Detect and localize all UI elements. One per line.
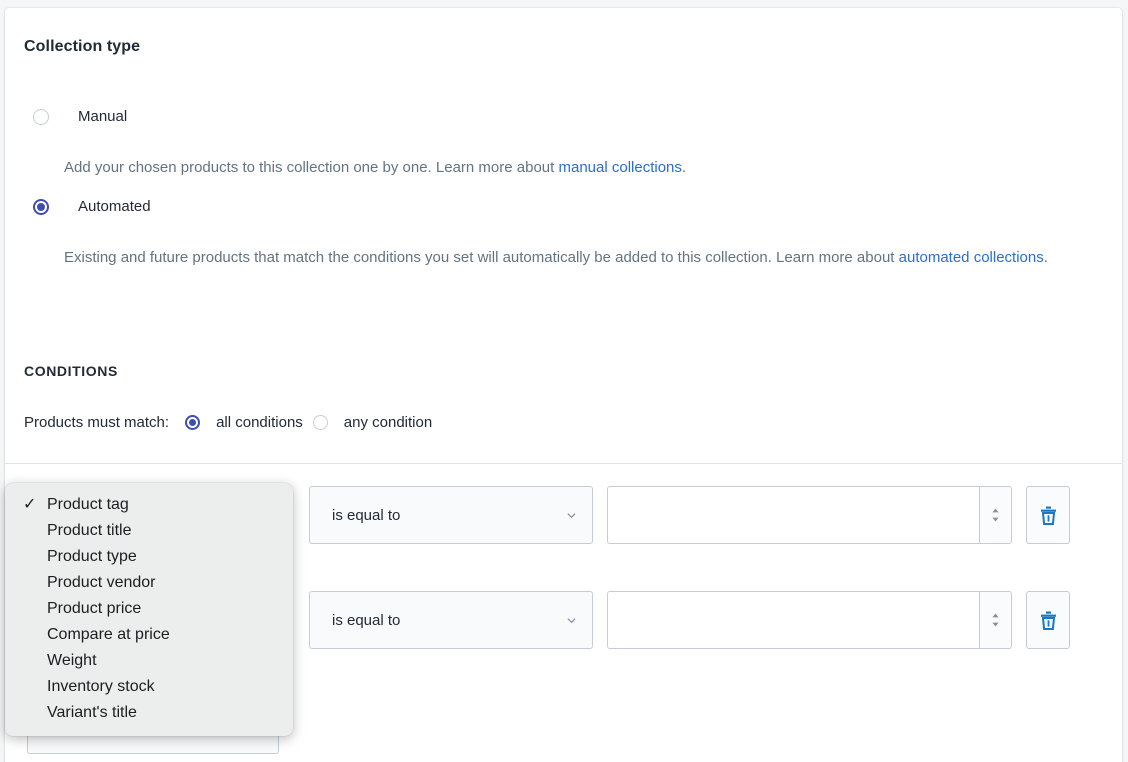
condition-value-stepper[interactable] <box>979 486 1012 544</box>
automated-help-suffix: . <box>1043 249 1048 266</box>
dropdown-item-weight[interactable]: Weight <box>5 648 293 674</box>
condition-value-stepper[interactable] <box>979 591 1012 649</box>
radio-option-all-conditions[interactable]: all conditions <box>185 414 303 431</box>
condition-operator-select[interactable]: is equal to <box>309 486 593 544</box>
condition-operator-value: is equal to <box>332 611 401 629</box>
automated-help-prefix: Existing and future products that match … <box>64 249 899 266</box>
chevron-down-icon <box>567 618 576 624</box>
section-divider <box>5 463 1122 464</box>
radio-all-conditions-indicator[interactable] <box>185 415 201 430</box>
condition-value-group <box>607 486 1012 544</box>
dropdown-item-inventory-stock[interactable]: Inventory stock <box>5 674 293 700</box>
condition-operator-select[interactable]: is equal to <box>309 591 593 649</box>
delete-condition-button[interactable] <box>1026 591 1070 649</box>
dropdown-item-label: Product tag <box>47 496 129 513</box>
field-select-dropdown-menu[interactable]: ✓ Product tag Product title Product type… <box>5 483 293 736</box>
radio-manual-indicator[interactable] <box>33 108 49 125</box>
manual-help-text: Add your chosen products to this collect… <box>64 150 1104 186</box>
radio-automated-label: Automated <box>78 198 151 215</box>
products-must-match-label: Products must match: <box>24 414 170 431</box>
automated-collections-link[interactable]: automated collections <box>899 249 1044 266</box>
radio-option-manual[interactable]: Manual <box>33 108 127 125</box>
manual-help-prefix: Add your chosen products to this collect… <box>64 159 559 176</box>
check-icon: ✓ <box>23 496 37 513</box>
dropdown-item-label: Product price <box>47 600 142 617</box>
radio-option-automated[interactable]: Automated <box>33 198 151 215</box>
radio-manual-label: Manual <box>78 108 128 125</box>
radio-any-condition-label: any condition <box>343 414 433 431</box>
dropdown-item-label: Variant's title <box>47 704 137 721</box>
dropdown-item-compare-at-price[interactable]: Compare at price <box>5 622 293 648</box>
trash-icon <box>1040 506 1056 525</box>
chevron-down-icon <box>567 513 576 519</box>
dropdown-item-variants-title[interactable]: Variant's title <box>5 700 293 726</box>
stepper-arrows-icon <box>992 613 999 627</box>
automated-help-text: Existing and future products that match … <box>64 240 1084 276</box>
radio-all-conditions-label: all conditions <box>216 414 303 431</box>
dropdown-item-label: Product title <box>47 522 132 539</box>
radio-option-any-condition[interactable]: any condition <box>312 414 433 431</box>
dropdown-item-product-tag[interactable]: ✓ Product tag <box>5 492 293 518</box>
collection-type-screen: Collection type Manual Add your chosen p… <box>0 0 1128 762</box>
dropdown-item-label: Product type <box>47 548 137 565</box>
conditions-heading: CONDITIONS <box>24 363 118 379</box>
dropdown-item-label: Product vendor <box>47 574 156 591</box>
condition-value-input[interactable] <box>607 486 979 544</box>
condition-value-group <box>607 591 1012 649</box>
radio-automated-indicator[interactable] <box>33 198 49 215</box>
delete-condition-button[interactable] <box>1026 486 1070 544</box>
manual-help-suffix: . <box>681 159 687 176</box>
dropdown-item-product-type[interactable]: Product type <box>5 544 293 570</box>
radio-any-condition-indicator[interactable] <box>312 415 328 430</box>
dropdown-item-product-price[interactable]: Product price <box>5 596 293 622</box>
stepper-arrows-icon <box>992 508 999 522</box>
trash-icon <box>1040 611 1056 630</box>
manual-collections-link[interactable]: manual collections <box>558 159 681 176</box>
products-must-match-row: Products must match: all conditions any … <box>24 414 442 431</box>
condition-operator-value: is equal to <box>332 506 401 524</box>
page-title: Collection type <box>24 38 141 55</box>
dropdown-item-label: Weight <box>47 652 97 669</box>
dropdown-item-product-title[interactable]: Product title <box>5 518 293 544</box>
dropdown-item-product-vendor[interactable]: Product vendor <box>5 570 293 596</box>
condition-value-input[interactable] <box>607 591 979 649</box>
dropdown-item-label: Inventory stock <box>47 678 155 695</box>
dropdown-item-label: Compare at price <box>47 626 170 643</box>
